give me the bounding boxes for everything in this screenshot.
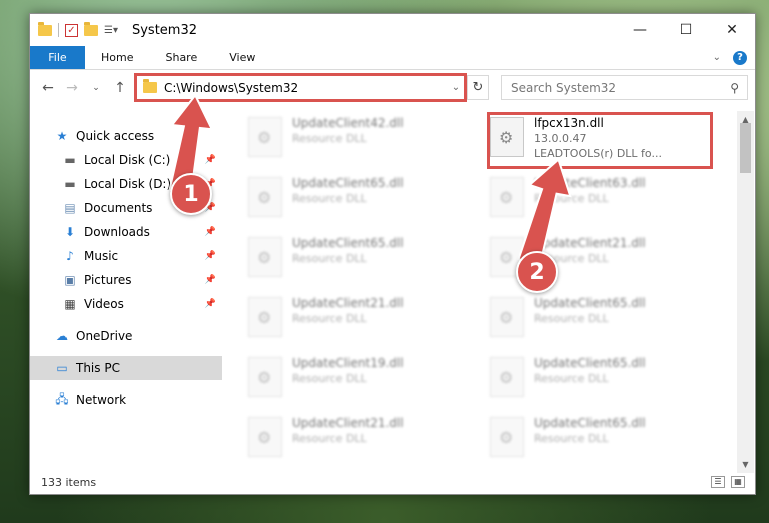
tab-home[interactable]: Home <box>85 46 149 69</box>
sidebar-item-videos[interactable]: ▦ Videos 📌 <box>30 292 222 316</box>
sidebar-item-network[interactable]: 🖧 Network <box>30 388 222 412</box>
sidebar-item-this-pc[interactable]: ▭ This PC <box>30 356 222 380</box>
window-title: System32 <box>131 22 198 38</box>
minimize-button[interactable]: — <box>617 14 663 46</box>
forward-arrow-icon[interactable]: → <box>60 80 84 96</box>
tab-share[interactable]: Share <box>149 46 213 69</box>
computer-icon: ▭ <box>56 361 68 375</box>
title-bar: ✓ ☰▾ System32 — ☐ ✕ <box>30 14 755 46</box>
pin-icon: 📌 <box>204 275 216 285</box>
vertical-scrollbar[interactable]: ▲ ▼ <box>737 111 754 473</box>
large-icons-view-icon[interactable]: ▦ <box>731 476 745 488</box>
item-count: 133 items <box>41 475 97 489</box>
back-arrow-icon[interactable]: ← <box>36 80 60 96</box>
dll-file-icon <box>248 297 282 337</box>
callout-two: 2 <box>516 251 558 293</box>
list-item[interactable]: UpdateClient21.dllResource DLL <box>248 413 468 463</box>
help-icon[interactable]: ? <box>733 50 747 65</box>
tab-file[interactable]: File <box>30 46 85 69</box>
close-button[interactable]: ✕ <box>709 14 755 46</box>
dll-file-icon <box>248 117 282 157</box>
list-item[interactable]: UpdateClient65.dllResource DLL <box>490 413 710 463</box>
star-icon: ★ <box>56 129 68 143</box>
folder-icon <box>38 21 52 36</box>
pin-icon: 📌 <box>204 251 216 261</box>
details-view-icon[interactable]: ☰ <box>711 476 725 488</box>
list-item[interactable]: UpdateClient65.dllResource DLL <box>490 293 710 343</box>
sidebar-item-music[interactable]: ♪ Music 📌 <box>30 244 222 268</box>
documents-icon: ▤ <box>64 201 76 215</box>
sidebar-item-onedrive[interactable]: ☁ OneDrive <box>30 324 222 348</box>
dll-file-icon <box>490 297 524 337</box>
new-folder-icon[interactable] <box>84 21 98 36</box>
tab-view[interactable]: View <box>213 46 271 69</box>
sidebar-item-pictures[interactable]: ▣ Pictures 📌 <box>30 268 222 292</box>
quick-access-toolbar: ✓ ☰▾ <box>38 21 118 37</box>
maximize-button[interactable]: ☐ <box>663 14 709 46</box>
list-item[interactable]: UpdateClient65.dllResource DLL <box>248 173 468 223</box>
drive-icon: ▬ <box>64 177 76 191</box>
cloud-icon: ☁ <box>56 329 68 343</box>
customize-toolbar-icon[interactable]: ☰▾ <box>104 25 118 36</box>
list-item[interactable]: UpdateClient65.dllResource DLL <box>490 353 710 403</box>
list-item[interactable]: UpdateClient65.dllResource DLL <box>248 233 468 283</box>
up-arrow-icon[interactable]: ↑ <box>108 80 132 96</box>
drive-icon: ▬ <box>64 153 76 167</box>
network-icon: 🖧 <box>55 391 69 406</box>
dll-file-icon <box>248 237 282 277</box>
refresh-icon: ↻ <box>472 80 484 95</box>
dll-file-icon <box>248 177 282 217</box>
videos-icon: ▦ <box>64 297 76 311</box>
status-bar: 133 items ☰ ▦ <box>30 470 755 494</box>
ribbon-tabs: File Home Share View ⌄ ? <box>30 46 755 70</box>
pin-icon: 📌 <box>204 299 216 309</box>
download-icon: ⬇ <box>64 225 76 239</box>
properties-icon[interactable]: ✓ <box>65 23 78 37</box>
search-input[interactable]: Search System32 ⚲ <box>501 75 748 100</box>
scroll-thumb[interactable] <box>740 123 751 173</box>
dll-file-icon <box>248 357 282 397</box>
music-icon: ♪ <box>66 249 74 263</box>
callout-one: 1 <box>170 173 212 215</box>
list-item[interactable]: UpdateClient42.dllResource DLL <box>248 113 468 163</box>
refresh-button[interactable]: ↻ <box>467 75 489 100</box>
pictures-icon: ▣ <box>64 273 76 287</box>
recent-locations-icon[interactable]: ⌄ <box>84 83 108 93</box>
list-item[interactable]: UpdateClient21.dllResource DLL <box>248 293 468 343</box>
dll-file-icon <box>248 417 282 457</box>
dll-file-icon <box>490 417 524 457</box>
list-item[interactable]: UpdateClient19.dllResource DLL <box>248 353 468 403</box>
sidebar-item-downloads[interactable]: ⬇ Downloads 📌 <box>30 220 222 244</box>
pin-icon: 📌 <box>204 227 216 237</box>
dll-file-icon <box>490 357 524 397</box>
search-icon: ⚲ <box>730 80 739 95</box>
file-explorer-window: ✓ ☰▾ System32 — ☐ ✕ File Home Share View… <box>29 13 756 495</box>
search-placeholder: Search System32 <box>511 80 617 95</box>
expand-ribbon-icon[interactable]: ⌄ <box>713 52 721 63</box>
